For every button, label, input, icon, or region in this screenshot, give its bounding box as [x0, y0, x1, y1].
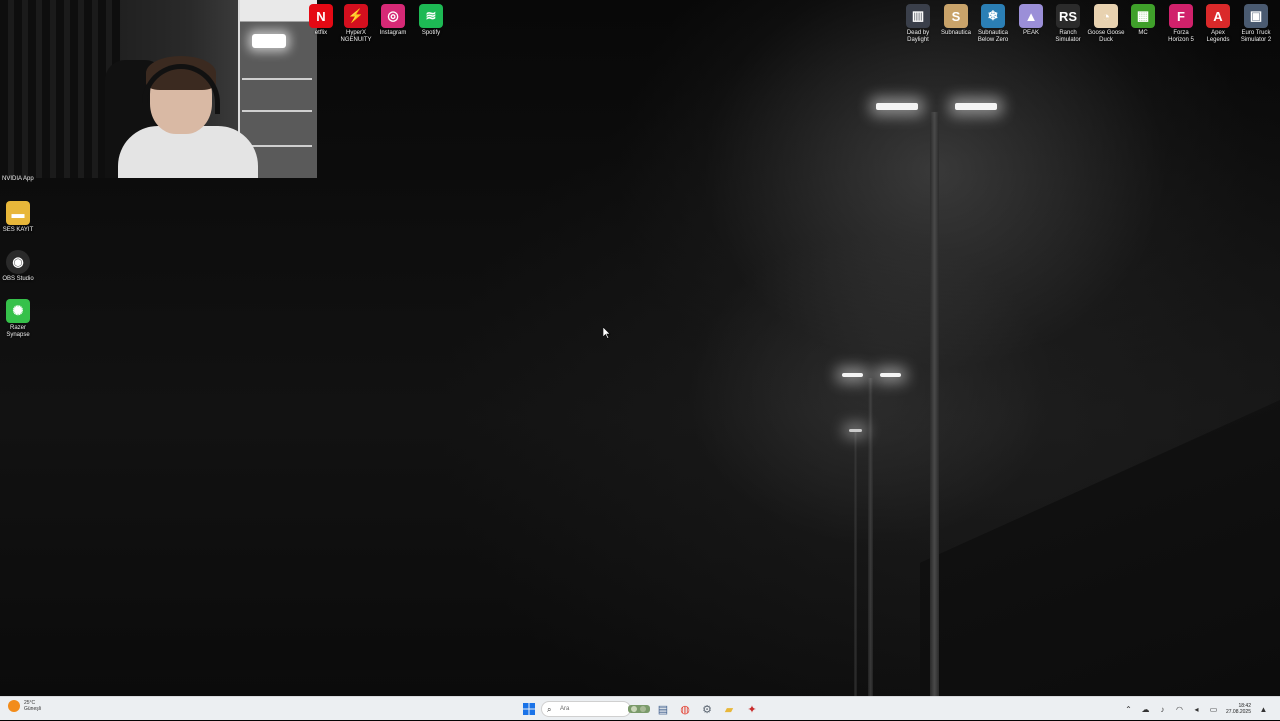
webcam-cabinet-light [252, 34, 286, 48]
wallpaper-lamp-pole [854, 432, 857, 696]
desktop-icon-obs-studio[interactable]: ◉ OBS Studio [0, 250, 37, 283]
wallpaper-lamp [849, 429, 862, 432]
search-placeholder: Ara [560, 706, 570, 712]
desktop-icon-razer-synapse[interactable]: ✺ Razer Synapse [0, 299, 37, 339]
search-icon: ⌕ [547, 705, 552, 714]
desktop-icon-subnautica-below-zero[interactable]: ❄ Subnautica Below Zero [974, 4, 1012, 44]
app-icon: ▬ [6, 201, 30, 225]
chrome-icon[interactable]: ◍ [676, 700, 694, 718]
app-icon: ≋ [419, 4, 443, 28]
desktop-icon-etflix[interactable]: Netflix [302, 4, 340, 37]
desktop-icon-label: MC [1138, 30, 1148, 36]
app-icon: RS [1056, 4, 1080, 28]
app-icon[interactable]: ✦ [743, 700, 761, 718]
desktop-icon-peak[interactable]: ▲ PEAK [1012, 4, 1050, 37]
desktop-icon-label: Instagram [379, 30, 407, 36]
desktop-icon-instagram[interactable]: ◎ Instagram [374, 4, 412, 37]
start-button[interactable] [520, 700, 538, 718]
desktop-icon-ses-kayit[interactable]: ▬ SES KAYIT [0, 201, 37, 234]
desktop-icon-label: Goose Goose Duck [1087, 30, 1125, 43]
wallpaper-lamp [842, 373, 863, 377]
app-icon: A [1206, 4, 1230, 28]
desktop-icon-label: SES KAYIT [2, 227, 34, 233]
wallpaper-lamp [955, 103, 997, 110]
app-icon: ▲ [1019, 4, 1043, 28]
wallpaper-lamp [876, 103, 918, 110]
app-icon: ▦ [1131, 4, 1155, 28]
network-icon[interactable]: ▭ [1209, 705, 1218, 714]
desktop-icon-dead-by-daylight[interactable]: ▥ Dead by Daylight [899, 4, 937, 44]
nvidia-app-label[interactable]: NVIDIA App [2, 176, 34, 182]
desktop-icon-euro-truck-simulator-2[interactable]: ▣ Euro Truck Simulator 2 [1237, 4, 1275, 44]
desktop-icon-label: Razer Synapse [6, 325, 30, 338]
desktop-icon-subnautica[interactable]: S Subnautica [937, 4, 975, 37]
weather-description: Güneşli [24, 706, 41, 712]
desktop-icon-goose-goose-duck[interactable]: ◔ Goose Goose Duck [1087, 4, 1125, 44]
taskbar-search-box[interactable]: ⌕ Ara [541, 701, 631, 717]
app-icon: ✺ [6, 299, 30, 323]
desktop-icon-ranch-simulator[interactable]: RS Ranch Simulator [1049, 4, 1087, 44]
desktop-icon-label: PEAK [1022, 30, 1039, 36]
desktop-icon-label: Apex Legends [1206, 30, 1230, 43]
clock-date: 27.08.2025 [1225, 709, 1251, 715]
desktop-icon-mc[interactable]: ▦ MC [1124, 4, 1162, 37]
webcam-overlay [0, 0, 317, 178]
desktop-icon-label: Forza Horizon 5 [1168, 30, 1194, 43]
wallpaper-lamp-pole [930, 112, 939, 696]
app-icon: ▣ [1244, 4, 1268, 28]
desktop-icon-label: Subnautica Below Zero [977, 30, 1009, 43]
webcam-curtain [0, 0, 120, 178]
desktop-icon-label: etflix [314, 30, 328, 36]
desktop-icon-label: HyperX NGENUITY [340, 30, 372, 43]
desktop-icon-label: Ranch Simulator [1055, 30, 1081, 43]
desktop-icon-label: Euro Truck Simulator 2 [1240, 30, 1272, 43]
app-icon: ▥ [906, 4, 930, 28]
desktop-icon-apex-legends[interactable]: A Apex Legends [1199, 4, 1237, 44]
desktop-icon-label: Subnautica [940, 30, 972, 36]
app-icon: ◔ [1094, 4, 1118, 28]
notification-bell-icon[interactable]: ▲ [1259, 705, 1268, 714]
weather-widget[interactable]: 25°C Güneşli [8, 700, 41, 712]
wallpaper-building [920, 400, 1280, 696]
volume-icon[interactable]: ◂ [1192, 705, 1201, 714]
webcam-shelf [242, 110, 312, 112]
desktop-icon-label: Dead by Daylight [906, 30, 930, 43]
chevron-up-icon[interactable]: ⌃ [1124, 705, 1133, 714]
app-icon: N [309, 4, 333, 28]
taskbar: 25°C Güneşli ⌕ Ara ▤ ◍ ⚙ ▰ ✦ ⌃ ☁ ♪ ◠ ◂ ▭ 18:… [0, 696, 1280, 720]
cloud-icon[interactable]: ☁ [1141, 705, 1150, 714]
clock[interactable]: 18:42 27.08.2025 [1226, 703, 1251, 715]
desktop-icon-forza-horizon-5[interactable]: F Forza Horizon 5 [1162, 4, 1200, 44]
file-manager-icon[interactable]: ▤ [654, 700, 672, 718]
app-icon: ⚡ [344, 4, 368, 28]
sun-icon [8, 700, 20, 712]
desktop-icon-hyperx-ngenuity[interactable]: ⚡ HyperX NGENUITY [337, 4, 375, 44]
microphone-icon[interactable]: ♪ [1158, 705, 1167, 714]
widgets-button[interactable] [627, 700, 651, 718]
system-tray: ⌃ ☁ ♪ ◠ ◂ ▭ 18:42 27.08.2025 ▲ [1124, 697, 1268, 721]
app-icon: ◉ [6, 250, 30, 274]
wifi-icon[interactable]: ◠ [1175, 705, 1184, 714]
app-icon: F [1169, 4, 1193, 28]
app-icon: ◎ [381, 4, 405, 28]
app-icon: ❄ [981, 4, 1005, 28]
wallpaper-lamp [880, 373, 901, 377]
desktop-icon-label: Spotify [421, 30, 441, 36]
webcam-shelf [242, 78, 312, 80]
settings-icon[interactable]: ⚙ [698, 700, 716, 718]
desktop-icon-label: OBS Studio [2, 276, 34, 282]
app-icon: S [944, 4, 968, 28]
wallpaper-lamp-pole [868, 378, 873, 696]
folder-icon[interactable]: ▰ [720, 700, 738, 718]
desktop-icon-spotify[interactable]: ≋ Spotify [412, 4, 450, 37]
